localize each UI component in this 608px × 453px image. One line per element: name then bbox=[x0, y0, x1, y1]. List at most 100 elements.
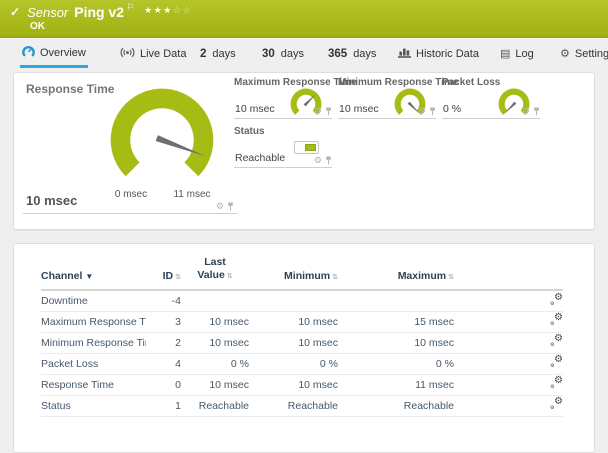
flag-icon[interactable]: ⚐ bbox=[126, 2, 134, 13]
cell-minimum: 10 msec bbox=[249, 374, 338, 396]
tab-2-days[interactable]: 2 days bbox=[198, 40, 238, 68]
star-empty-icon[interactable]: ☆ bbox=[182, 5, 192, 15]
log-icon: ▤ bbox=[500, 48, 511, 60]
cell-last-value: 10 msec bbox=[181, 332, 249, 354]
cell-last-value: 10 msec bbox=[181, 374, 249, 396]
column-header-minimum[interactable]: Minimum ⇅ bbox=[249, 244, 338, 292]
star-filled-icon[interactable]: ★ bbox=[144, 5, 154, 15]
tab-label: Log bbox=[515, 48, 534, 60]
mini-gauge-value: 10 msec bbox=[339, 103, 379, 115]
cell-id: 1 bbox=[146, 395, 181, 417]
panel-action-icons: ⚙ bbox=[418, 107, 436, 116]
panel-action-icons: ⚙ bbox=[314, 107, 332, 116]
gear-icon[interactable]: ⚙ bbox=[522, 107, 530, 116]
mini-gauge-panel-minimum-response-time: Minimum Response Time 10 msec ⚙ bbox=[338, 77, 458, 119]
cell-maximum bbox=[338, 290, 454, 312]
edit-channel-gears-icon[interactable]: ⚙ ⚙ bbox=[550, 354, 563, 369]
edit-channel-gears-icon[interactable]: ⚙ ⚙ bbox=[550, 396, 563, 411]
table-row: Status 1 Reachable Reachable Reachable ⚙ ⚙ bbox=[41, 395, 563, 417]
tab-overview[interactable]: Overview bbox=[20, 40, 88, 68]
cell-id: 0 bbox=[146, 374, 181, 396]
tab-label: days bbox=[280, 48, 305, 60]
sort-icon: ⇅ bbox=[448, 274, 454, 282]
cell-channel[interactable]: Downtime bbox=[41, 290, 146, 312]
panel-action-icons: ⚙ bbox=[314, 156, 332, 165]
sensor-title: Ping v2 bbox=[74, 4, 125, 20]
tab-label: Live Data bbox=[140, 48, 187, 60]
edit-channel-gears-icon[interactable]: ⚙ ⚙ bbox=[550, 375, 563, 390]
cell-minimum: 10 msec bbox=[249, 332, 338, 354]
cell-channel[interactable]: Packet Loss bbox=[41, 353, 146, 375]
cell-maximum: 11 msec bbox=[338, 374, 454, 396]
gauge-current-value: 10 msec bbox=[26, 193, 78, 208]
mini-gauge-value: 0 % bbox=[443, 103, 462, 115]
tab-label: Overview bbox=[40, 46, 86, 59]
mini-gauge-panel-packet-loss: Packet Loss 0 % ⚙ bbox=[442, 77, 540, 119]
column-header-last-value[interactable]: Last Value ⇅ bbox=[181, 244, 249, 292]
tab-365-days[interactable]: 365 days bbox=[326, 40, 378, 68]
column-header-channel[interactable]: Channel ▼ bbox=[41, 244, 146, 292]
table-header-row: Channel ▼ ID ⇅ Last Value ⇅ Minimum ⇅ Maximu… bbox=[41, 244, 563, 292]
cell-edit: ⚙ ⚙ bbox=[454, 311, 563, 333]
priority-stars[interactable]: ★★★☆☆ bbox=[144, 5, 192, 16]
cell-last-value: 10 msec bbox=[181, 311, 249, 333]
table-row: Minimum Response Time210 msec10 msec10 m… bbox=[41, 332, 563, 354]
status-indicator bbox=[294, 141, 319, 154]
gauge-scale-max: 11 msec bbox=[173, 189, 211, 200]
edit-channel-gears-icon[interactable]: ⚙ ⚙ bbox=[550, 312, 563, 327]
gear-icon[interactable]: ⚙ bbox=[418, 107, 426, 116]
pin-icon[interactable] bbox=[429, 107, 436, 116]
cell-maximum: 15 msec bbox=[338, 311, 454, 333]
status-panel: Status Reachable ⚙ bbox=[234, 126, 332, 168]
cell-edit: ⚙ ⚙ bbox=[454, 395, 563, 417]
cell-channel[interactable]: Minimum Response Time bbox=[41, 332, 146, 354]
panel-action-icons: ⚙ bbox=[522, 107, 540, 116]
sensor-status-badge: OK bbox=[30, 21, 45, 32]
mini-gauge-value: 10 msec bbox=[235, 103, 275, 115]
sensor-header-row: ✓ Sensor Ping v2 ⚐ ★★★☆☆ bbox=[0, 0, 608, 21]
cell-maximum: 0 % bbox=[338, 353, 454, 375]
cell-id: -4 bbox=[146, 290, 181, 312]
pin-icon[interactable] bbox=[325, 107, 332, 116]
tab-settings[interactable]: ⚙ Settings bbox=[558, 40, 608, 68]
pin-icon[interactable] bbox=[227, 202, 234, 211]
pin-icon[interactable] bbox=[325, 156, 332, 165]
column-header-id[interactable]: ID ⇅ bbox=[146, 244, 181, 292]
cell-id: 4 bbox=[146, 353, 181, 375]
tab-live-data[interactable]: Live Data bbox=[118, 40, 188, 68]
star-filled-icon[interactable]: ★ bbox=[154, 5, 164, 15]
cell-channel[interactable]: Response Time bbox=[41, 374, 146, 396]
overview-panel: Response Time 0 msec 11 msec 10 msec ⚙ M… bbox=[13, 72, 595, 230]
ok-check-icon: ✓ bbox=[10, 5, 21, 19]
gear-icon[interactable]: ⚙ bbox=[314, 107, 322, 116]
status-value: Reachable bbox=[235, 152, 286, 164]
tab-historic-data[interactable]: Historic Data bbox=[396, 40, 481, 68]
gear-icon[interactable]: ⚙ bbox=[314, 156, 322, 165]
cell-edit: ⚙ ⚙ bbox=[454, 332, 563, 354]
tab-label: Settings bbox=[574, 48, 608, 60]
sort-icon: ⇅ bbox=[226, 273, 233, 281]
tab-log[interactable]: ▤ Log bbox=[498, 40, 536, 68]
tab-number: 2 bbox=[200, 48, 207, 60]
tab-number: 30 bbox=[262, 48, 275, 60]
tab-label: days bbox=[212, 48, 236, 60]
response-time-gauge-panel: Response Time 0 msec 11 msec 10 msec ⚙ bbox=[23, 77, 237, 214]
cell-minimum: Reachable bbox=[249, 395, 338, 417]
edit-channel-gears-icon[interactable]: ⚙ ⚙ bbox=[550, 333, 563, 348]
edit-channel-gears-icon[interactable]: ⚙ ⚙ bbox=[550, 292, 563, 307]
pin-icon[interactable] bbox=[533, 107, 540, 116]
gear-icon[interactable]: ⚙ bbox=[216, 202, 224, 211]
tab-label: Historic Data bbox=[416, 48, 479, 60]
tab-30-days[interactable]: 30 days bbox=[260, 40, 306, 68]
cell-edit: ⚙ ⚙ bbox=[454, 374, 563, 396]
cell-channel[interactable]: Status bbox=[41, 395, 146, 417]
object-kind-label: Sensor bbox=[27, 4, 69, 20]
table-row: Response Time 0 10 msec 10 msec 11 msec ⚙ ⚙ bbox=[41, 374, 563, 396]
gauge-scale-min: 0 msec bbox=[114, 189, 148, 200]
column-header-maximum[interactable]: Maximum ⇅ bbox=[338, 244, 454, 292]
cell-id: 3 bbox=[146, 311, 181, 333]
cell-id: 2 bbox=[146, 332, 181, 354]
cell-channel[interactable]: Maximum Response Ti... bbox=[41, 311, 146, 333]
star-filled-icon[interactable]: ★ bbox=[163, 5, 173, 15]
chart-icon bbox=[398, 47, 411, 61]
